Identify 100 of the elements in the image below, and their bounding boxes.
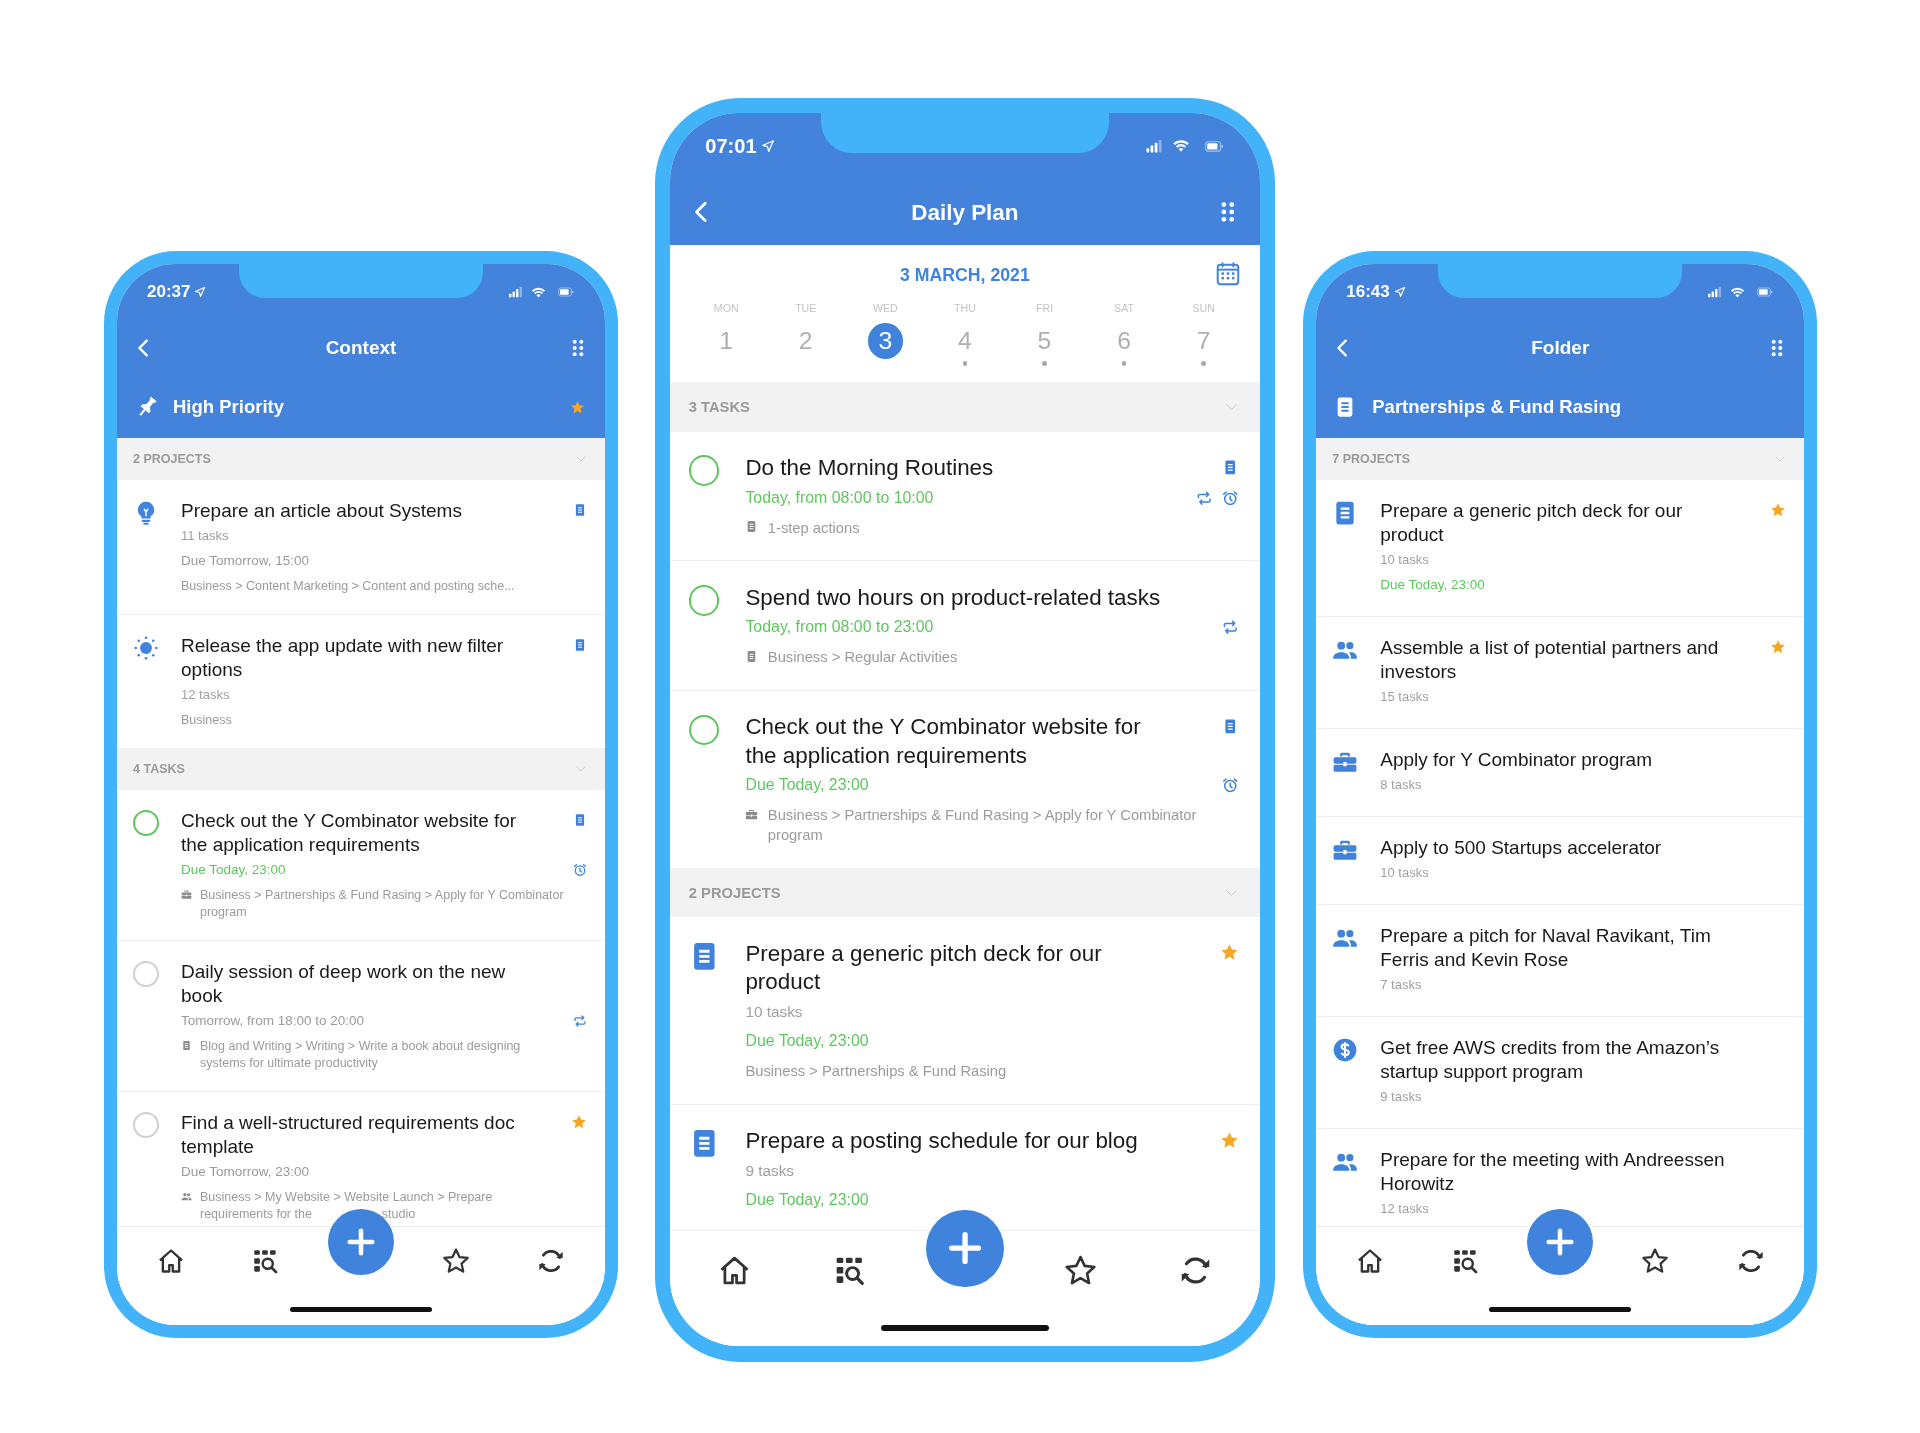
item-title: Spend two hours on product-related tasks [745, 583, 1162, 612]
due-date: Tomorrow, from 18:00 to 20:00 [181, 1012, 366, 1030]
calendar-date: 3 MARCH, 2021 [900, 263, 1030, 287]
people-icon [181, 1191, 192, 1202]
sun-icon [133, 635, 159, 661]
day-button[interactable]: 1 [708, 323, 744, 359]
task-count: 12 tasks [1380, 1200, 1430, 1218]
star-icon [442, 1247, 471, 1275]
breadcrumb-path: Business > Content Marketing > Content and posting sche... [181, 578, 516, 595]
due-date: Due Tomorrow, 23:00 [181, 1163, 311, 1181]
item-title: Daily session of deep work on the new book [181, 960, 507, 1008]
item-title: Do the Morning Routines [745, 454, 995, 483]
context-title: Partnerships & Fund Rasing [1372, 395, 1622, 420]
day-button[interactable]: 5 [1026, 323, 1063, 359]
task-count: 10 tasks [1380, 864, 1430, 882]
task-count: 9 tasks [745, 1160, 795, 1181]
task-count: 11 tasks [181, 527, 230, 545]
signal-icon [1144, 138, 1165, 155]
section-label: 2 PROJECTS [688, 883, 781, 903]
due-date: Due Today, 23:00 [745, 1031, 870, 1052]
dollar-icon [1332, 1037, 1359, 1063]
item-title: Check out the Y Combinator website for the application requirements [745, 713, 1142, 770]
section-label: 3 TASKS [688, 397, 750, 417]
task-checkbox[interactable] [688, 714, 720, 746]
weekday-label: FRI [1035, 300, 1053, 316]
briefcase-icon [181, 889, 192, 900]
breadcrumb-path: Business > Regular Activities [767, 648, 959, 668]
item-title: Release the app update with new filter options [181, 634, 505, 682]
weekday-label: TUE [795, 300, 817, 316]
item-title: Prepare a generic pitch deck for our product [745, 939, 1103, 997]
task-count: 8 tasks [1380, 776, 1423, 794]
document-icon [181, 1040, 192, 1051]
calendar-button[interactable] [1215, 260, 1242, 287]
task-checkbox[interactable] [133, 1112, 159, 1138]
breadcrumb-path: Business > Partnerships & Fund Rasing > Apply for Y Combinator program [200, 887, 565, 921]
weekday-label: SUN [1192, 300, 1215, 316]
task-checkbox[interactable] [133, 961, 159, 987]
day-button[interactable]: 2 [788, 323, 824, 359]
item-title: Prepare for the meeting with Andreessen Horowitz [1380, 1148, 1726, 1196]
section-label: 2 PROJECTS [133, 450, 211, 468]
due-date: Due Today, 23:00 [1380, 576, 1486, 594]
task-count: 10 tasks [745, 1001, 804, 1022]
task-checkbox[interactable] [688, 584, 720, 616]
due-date: Due Tomorrow, 15:00 [181, 552, 311, 570]
item-title: Apply for Y Combinator program [1380, 748, 1653, 772]
due-date: Today, from 08:00 to 10:00 [745, 487, 935, 508]
signal-icon [507, 285, 524, 299]
due-date: Due Today, 23:00 [181, 861, 287, 879]
sync-icon [537, 1247, 566, 1275]
due-date: Due Today, 23:00 [745, 775, 870, 796]
location-arrow-icon [761, 139, 776, 154]
screen-title: Context [325, 335, 397, 360]
due-date: Today, from 08:00 to 23:00 [745, 617, 935, 638]
grid-search-icon [1451, 1247, 1479, 1275]
day-button[interactable]: 6 [1106, 323, 1142, 359]
context-title: High Priority [173, 395, 285, 420]
due-date: Due Today, 23:00 [745, 1190, 870, 1211]
task-count: 10 tasks [1380, 551, 1430, 569]
task-checkbox[interactable] [133, 810, 159, 836]
breadcrumb-path: 1-step actions [767, 518, 861, 538]
briefcase-icon [745, 807, 759, 821]
item-title: Prepare a generic pitch deck for our product [1380, 499, 1684, 547]
status-time: 16:43 [1346, 281, 1390, 304]
item-title: Get free AWS credits from the Amazon’s startup support program [1380, 1036, 1721, 1084]
breadcrumb-path: Business > Partnerships & Fund Rasing > Apply for Y Combinator program [767, 806, 1198, 846]
location-arrow-icon [194, 286, 207, 298]
item-title: Apply to 500 Startups accelerator [1380, 836, 1663, 860]
task-checkbox[interactable] [688, 455, 720, 487]
item-title: Prepare a posting schedule for our blog [745, 1127, 1139, 1156]
weekday-label: THU [954, 300, 976, 316]
status-time: 07:01 [705, 134, 757, 160]
section-label: 7 PROJECTS [1332, 450, 1411, 468]
task-count: 9 tasks [1380, 1088, 1423, 1106]
weekday-label: MON [713, 300, 739, 316]
breadcrumb-path: Business > My Website > Website Launch > Prepare requirements for the studio [200, 1189, 494, 1223]
section-label: 4 TASKS [133, 760, 185, 778]
star-icon [1641, 1247, 1670, 1275]
sync-icon [1736, 1247, 1765, 1275]
task-count: 12 tasks [181, 686, 231, 704]
day-button[interactable]: 3 [867, 323, 904, 359]
status-time: 20:37 [147, 281, 191, 304]
home-icon [1355, 1247, 1384, 1275]
day-button[interactable]: 7 [1185, 323, 1222, 359]
weekday-label: WED [872, 300, 898, 316]
screen-title: Folder [1531, 335, 1590, 360]
screen-title: Daily Plan [911, 198, 1019, 227]
breadcrumb-path: Business > Partnerships & Fund Rasing [745, 1062, 1008, 1082]
weekday-label: SAT [1114, 300, 1134, 316]
task-count: 7 tasks [1380, 976, 1423, 994]
item-title: Find a well-structured requirements doc template [181, 1111, 516, 1159]
item-title: Check out the Y Combinator website for the application requirements [181, 809, 518, 857]
task-count: 15 tasks [1380, 688, 1430, 706]
grid-search-icon [252, 1247, 280, 1275]
home-icon [156, 1247, 185, 1275]
day-button[interactable]: 4 [947, 323, 983, 359]
signal-icon [1706, 285, 1724, 299]
item-title: Assemble a list of potential partners and investors [1380, 636, 1720, 684]
location-arrow-icon [1393, 286, 1406, 298]
breadcrumb-path: Blog and Writing > Writing > Write a book about designing systems for ultimate productivity [200, 1038, 522, 1072]
item-title: Prepare an article about Systems [181, 499, 463, 523]
